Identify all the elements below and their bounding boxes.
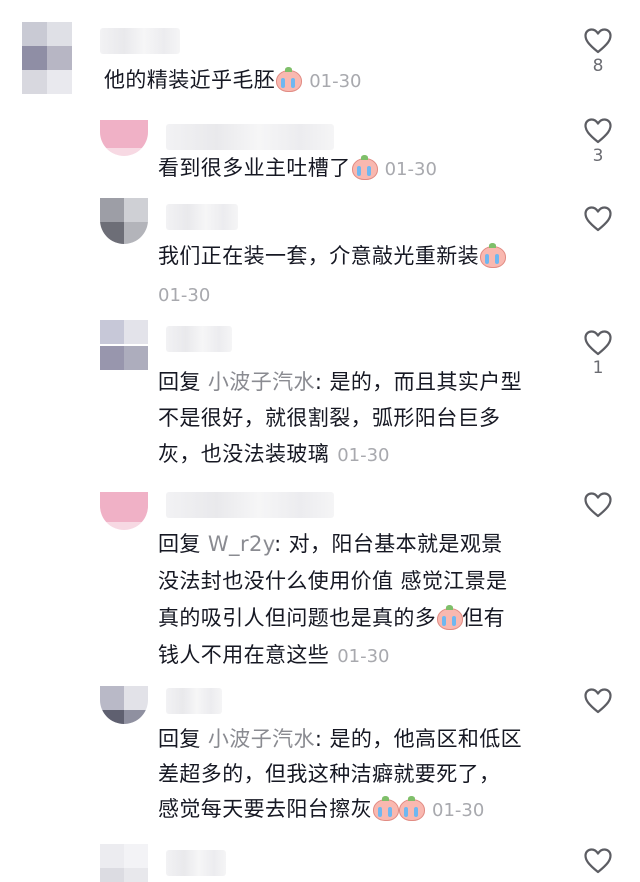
- avatar[interactable]: [100, 120, 148, 156]
- username[interactable]: [100, 28, 180, 54]
- heart-outline-icon: [584, 28, 612, 54]
- reply-prefix: 回复: [158, 532, 201, 556]
- like-button[interactable]: [576, 848, 620, 874]
- heart-outline-icon: [584, 118, 612, 144]
- reply-to-user[interactable]: 小波子汽水: [208, 727, 315, 751]
- heart-outline-icon: [584, 492, 612, 518]
- like-button[interactable]: 8: [576, 28, 620, 78]
- like-button[interactable]: [576, 688, 620, 714]
- heart-outline-icon: [584, 848, 612, 874]
- comment-body: 看到很多业主吐槽了: [158, 156, 351, 180]
- crying-emoji-icon: [351, 155, 378, 180]
- timestamp: 01-30: [158, 285, 211, 306]
- reply-item: 回复 小波子汽水: 是的，而且其实户型 不是很好，就很割裂，弧形阳台巨多 灰，也…: [0, 316, 640, 486]
- username[interactable]: [166, 204, 238, 230]
- heart-outline-icon: [584, 330, 612, 356]
- crying-emoji-icon: [398, 796, 425, 821]
- avatar[interactable]: [100, 492, 148, 530]
- like-button[interactable]: [576, 492, 620, 518]
- timestamp: 01-30: [337, 646, 390, 667]
- username[interactable]: [166, 850, 226, 876]
- like-button[interactable]: 1: [576, 330, 620, 380]
- like-count: 8: [592, 56, 604, 76]
- comment-line: 钱人不用在意这些: [158, 643, 330, 667]
- reply-to-user[interactable]: W_r2y: [208, 532, 274, 556]
- comment-body: 他的精装近乎毛胚: [104, 68, 276, 92]
- comment-line: 没法封也没什么使用价值 感觉江景是: [158, 569, 508, 593]
- comment-line: 真的吸引人但问题也是真的多: [158, 606, 437, 630]
- timestamp: 01-30: [337, 445, 390, 466]
- like-button[interactable]: [576, 206, 620, 232]
- comment-body: 我们正在装一套，介意敲光重新装: [158, 244, 479, 268]
- comment-text: 看到很多业主吐槽了 01-30: [158, 150, 437, 188]
- reply-to-user[interactable]: 小波子汽水: [208, 370, 315, 394]
- comment-text: 回复 W_r2y: 对，阳台基本就是观景 没法封也没什么使用价值 感觉江景是 真…: [158, 532, 508, 667]
- comment-line: 对，阳台基本就是观景: [288, 532, 503, 556]
- like-button[interactable]: 3: [576, 118, 620, 168]
- reply-item-partial: [0, 842, 640, 882]
- timestamp: 01-30: [309, 71, 362, 92]
- like-count: 1: [592, 358, 604, 378]
- avatar[interactable]: [22, 22, 72, 94]
- comment-text: 他的精装近乎毛胚 01-30: [104, 62, 362, 100]
- crying-emoji-icon: [436, 605, 464, 630]
- crying-emoji-icon: [479, 243, 506, 268]
- comment-line: 灰，也没法装玻璃: [158, 442, 330, 466]
- reply-prefix: 回复: [158, 727, 201, 751]
- comment-line: 是的，而且其实户型: [329, 370, 523, 394]
- like-count: 3: [592, 146, 604, 166]
- timestamp-line: 01-30: [158, 276, 210, 314]
- username[interactable]: [166, 124, 334, 150]
- comment-line: 感觉每天要去阳台擦灰: [158, 797, 372, 821]
- username[interactable]: [166, 492, 334, 518]
- reply-item: 看到很多业主吐槽了 01-30 3: [0, 110, 640, 200]
- comment-text: 我们正在装一套，介意敲光重新装: [158, 238, 506, 274]
- comment-line: 但有: [462, 606, 506, 630]
- reply-prefix: 回复: [158, 370, 201, 394]
- comment-item: 他的精装近乎毛胚 01-30 8: [0, 0, 640, 110]
- heart-outline-icon: [584, 688, 612, 714]
- heart-outline-icon: [584, 206, 612, 232]
- crying-emoji-icon: [275, 67, 303, 92]
- comment-line: 差超多的，但我这种洁癖就要死了，: [158, 762, 501, 786]
- username[interactable]: [166, 688, 222, 714]
- comment-text: 回复 小波子汽水: 是的，而且其实户型 不是很好，就很割裂，弧形阳台巨多 灰，也…: [158, 370, 523, 466]
- crying-emoji-icon: [372, 796, 399, 821]
- avatar[interactable]: [100, 686, 148, 724]
- comment-line: 不是很好，就很割裂，弧形阳台巨多: [158, 406, 501, 430]
- reply-item: 回复 小波子汽水: 是的，他高区和低区 差超多的，但我这种洁癖就要死了， 感觉每…: [0, 684, 640, 844]
- username[interactable]: [166, 326, 232, 352]
- avatar[interactable]: [100, 320, 148, 370]
- comment-line: 是的，他高区和低区: [329, 727, 523, 751]
- reply-item: 我们正在装一套，介意敲光重新装 01-30: [0, 196, 640, 316]
- reply-item: 回复 W_r2y: 对，阳台基本就是观景 没法封也没什么使用价值 感觉江景是 真…: [0, 486, 640, 686]
- timestamp: 01-30: [384, 159, 437, 180]
- avatar[interactable]: [100, 198, 148, 244]
- avatar[interactable]: [100, 844, 148, 882]
- timestamp: 01-30: [432, 800, 485, 821]
- comment-text: 回复 小波子汽水: 是的，他高区和低区 差超多的，但我这种洁癖就要死了， 感觉每…: [158, 727, 523, 821]
